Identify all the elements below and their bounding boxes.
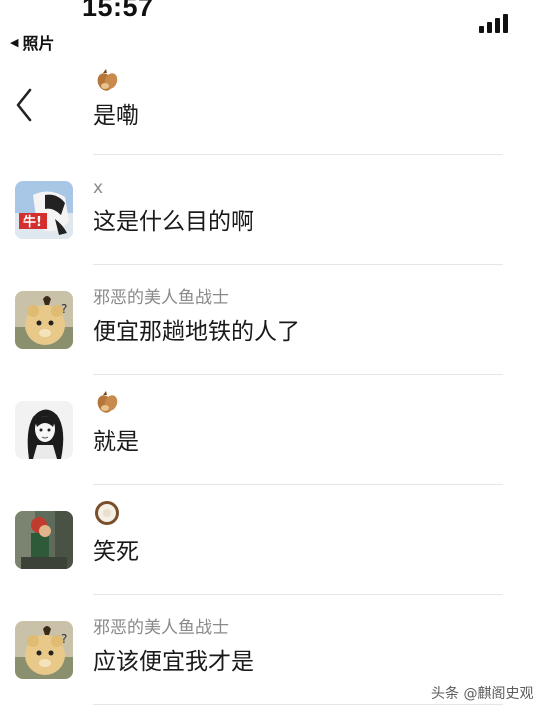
comment-text: 笑死 [93, 539, 139, 565]
avatar[interactable] [15, 511, 73, 569]
comment-text: 应该便宜我才是 [93, 649, 254, 675]
avatar[interactable] [15, 401, 73, 459]
avatar[interactable]: ? [15, 291, 73, 349]
comment-item[interactable]: ? 邪恶的美人鱼战士 便宜那趟地铁的人了 [0, 265, 555, 375]
comment-divider [93, 704, 503, 705]
comment-item[interactable]: 牛! x 这是什么目的啊 [0, 155, 555, 265]
comment-item[interactable]: 笑死 [0, 485, 555, 595]
commenter-name[interactable]: 邪恶的美人鱼战士 [93, 615, 229, 641]
svg-text:牛!: 牛! [23, 214, 42, 230]
comment-text: 这是什么目的啊 [93, 209, 254, 235]
comment-item[interactable]: 就是 [0, 375, 555, 485]
svg-text:?: ? [61, 632, 67, 646]
comment-text: 便宜那趟地铁的人了 [93, 319, 300, 345]
comment-screen: 15:57 ◀ 照片 是嘞 牛! x 这是什么目的啊 ? 邪恶的美人鱼战士 便宜… [0, 0, 555, 714]
watermark: 头条 @麒阁史观 [431, 686, 534, 702]
avatar[interactable]: 牛! [15, 181, 73, 239]
avatar[interactable]: ? [15, 621, 73, 679]
coconut-icon [95, 501, 119, 525]
comment-item[interactable]: 是嘞 [0, 45, 555, 155]
svg-text:?: ? [61, 302, 67, 316]
comment-text: 是嘞 [93, 103, 139, 129]
chestnut-icon [97, 69, 118, 91]
commenter-name[interactable]: 邪恶的美人鱼战士 [93, 285, 229, 311]
commenter-name[interactable]: x [93, 175, 103, 201]
comment-text: 就是 [93, 429, 139, 455]
chestnut-icon [97, 391, 118, 413]
status-time: 15:57 [82, 0, 154, 22]
signal-icon [479, 14, 508, 33]
